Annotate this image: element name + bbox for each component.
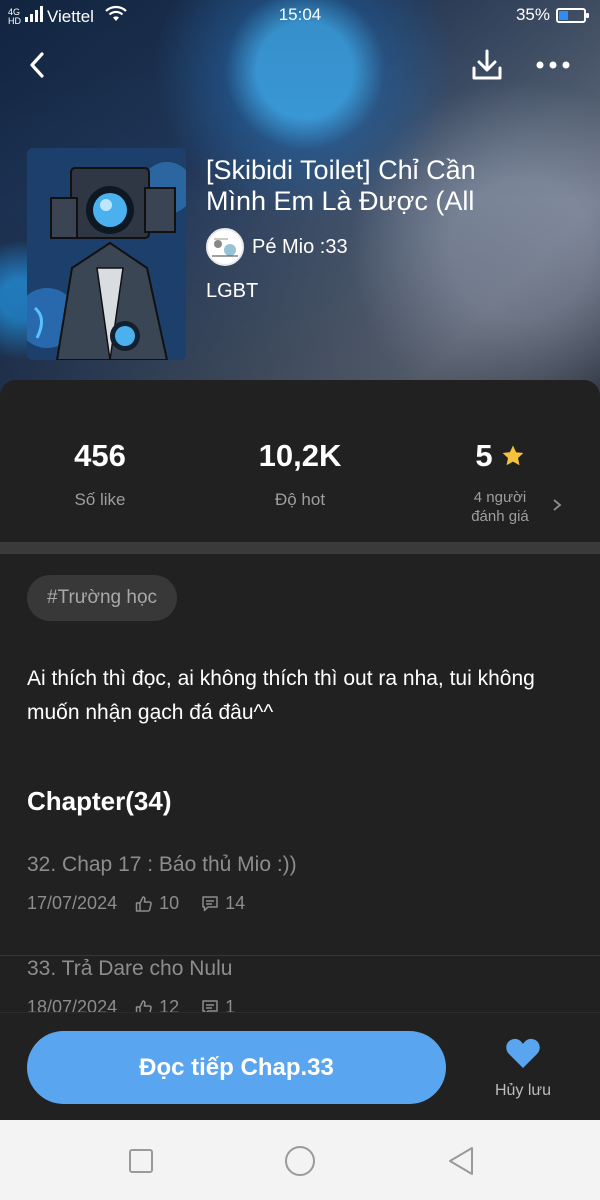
thumb-up-icon (135, 895, 153, 913)
chapter-comment-count: 14 (225, 893, 246, 913)
chapter-date: 17/07/2024 (27, 893, 118, 913)
square-icon (129, 1149, 153, 1173)
stats-row: 456 Số like 10,2K Độ hot 5 4 người đánh … (0, 380, 600, 542)
triangle-back-icon (449, 1147, 473, 1175)
more-button[interactable] (532, 48, 574, 82)
author-link[interactable]: Pé Mio :33 (206, 228, 348, 266)
rating-value: 5 (475, 438, 493, 473)
unsave-button[interactable]: Hủy lưu (480, 1037, 566, 1100)
circle-icon (285, 1146, 315, 1176)
rating-count-label: 4 người đánh giá (400, 488, 600, 526)
tag-chip[interactable]: #Trường học (27, 575, 178, 621)
status-bar: 4G HD Viettel 15:04 35% (0, 0, 600, 30)
chapter-title: 32. Chap 17 : Báo thủ Mio :)) (27, 853, 297, 876)
comment-icon (201, 895, 219, 913)
story-description: Ai thích thì đọc, ai không thích thì out… (27, 667, 535, 724)
star-icon (502, 445, 524, 466)
genre-label[interactable]: LGBT (206, 280, 258, 303)
chapter-meta: 17/07/2024 10 14 (27, 893, 245, 914)
heart-icon (506, 1038, 540, 1068)
hot-stat: 10,2K Độ hot (200, 438, 400, 510)
chapter-like-count: 10 (159, 893, 180, 913)
download-button[interactable] (468, 46, 506, 84)
system-navigation-bar (0, 1120, 600, 1200)
battery-level (559, 10, 569, 20)
bottom-action-bar: Đọc tiếp Chap.33 Hủy lưu (0, 1012, 600, 1120)
home-button[interactable] (283, 1144, 317, 1178)
download-icon (472, 49, 502, 80)
likes-label: Số like (74, 490, 126, 509)
story-detail-panel: 456 Số like 10,2K Độ hot 5 4 người đánh … (0, 380, 600, 1120)
battery-icon (556, 7, 589, 23)
unsave-label: Hủy lưu (494, 1082, 552, 1099)
story-title-line1: [Skibidi Toilet] Chỉ Cần (206, 155, 476, 185)
rating-stat[interactable]: 5 4 người đánh giá (400, 438, 600, 526)
story-header: 4G HD Viettel 15:04 35% [Skibidi Toilet]… (0, 0, 600, 400)
story-title: [Skibidi Toilet] Chỉ Cần Mình Em Là Được… (206, 155, 566, 217)
chapter-title: 33. Trả Dare cho Nulu (27, 957, 233, 980)
rating-label-line2: đánh giá (471, 508, 529, 525)
author-avatar (206, 228, 244, 266)
rating-label-line1: 4 người (473, 489, 527, 506)
back-nav-button[interactable] (444, 1144, 478, 1178)
chapter-list-item[interactable]: 32. Chap 17 : Báo thủ Mio :)) 17/07/2024… (0, 853, 600, 956)
hot-count: 10,2K (258, 438, 342, 473)
clock: 15:04 (278, 5, 322, 24)
rating-value-row: 5 (400, 438, 600, 474)
section-divider (0, 542, 600, 554)
more-dots-icon (536, 61, 570, 69)
likes-stat: 456 Số like (0, 438, 200, 510)
chevron-right-icon[interactable] (552, 498, 562, 517)
hot-label: Độ hot (274, 490, 326, 509)
chapter-divider (0, 955, 600, 956)
author-name: Pé Mio :33 (252, 235, 348, 258)
continue-reading-button[interactable]: Đọc tiếp Chap.33 (27, 1031, 446, 1104)
chevron-left-icon (30, 52, 44, 78)
story-title-line2: Mình Em Là Được (All (206, 186, 475, 216)
chapter-count-heading: Chapter(34) (27, 786, 172, 816)
recent-apps-button[interactable] (124, 1144, 158, 1178)
back-button[interactable] (20, 48, 54, 82)
likes-count: 456 (74, 438, 126, 473)
status-right: 35% (515, 5, 589, 25)
battery-percent: 35% (515, 5, 550, 24)
story-cover-image (27, 148, 186, 360)
